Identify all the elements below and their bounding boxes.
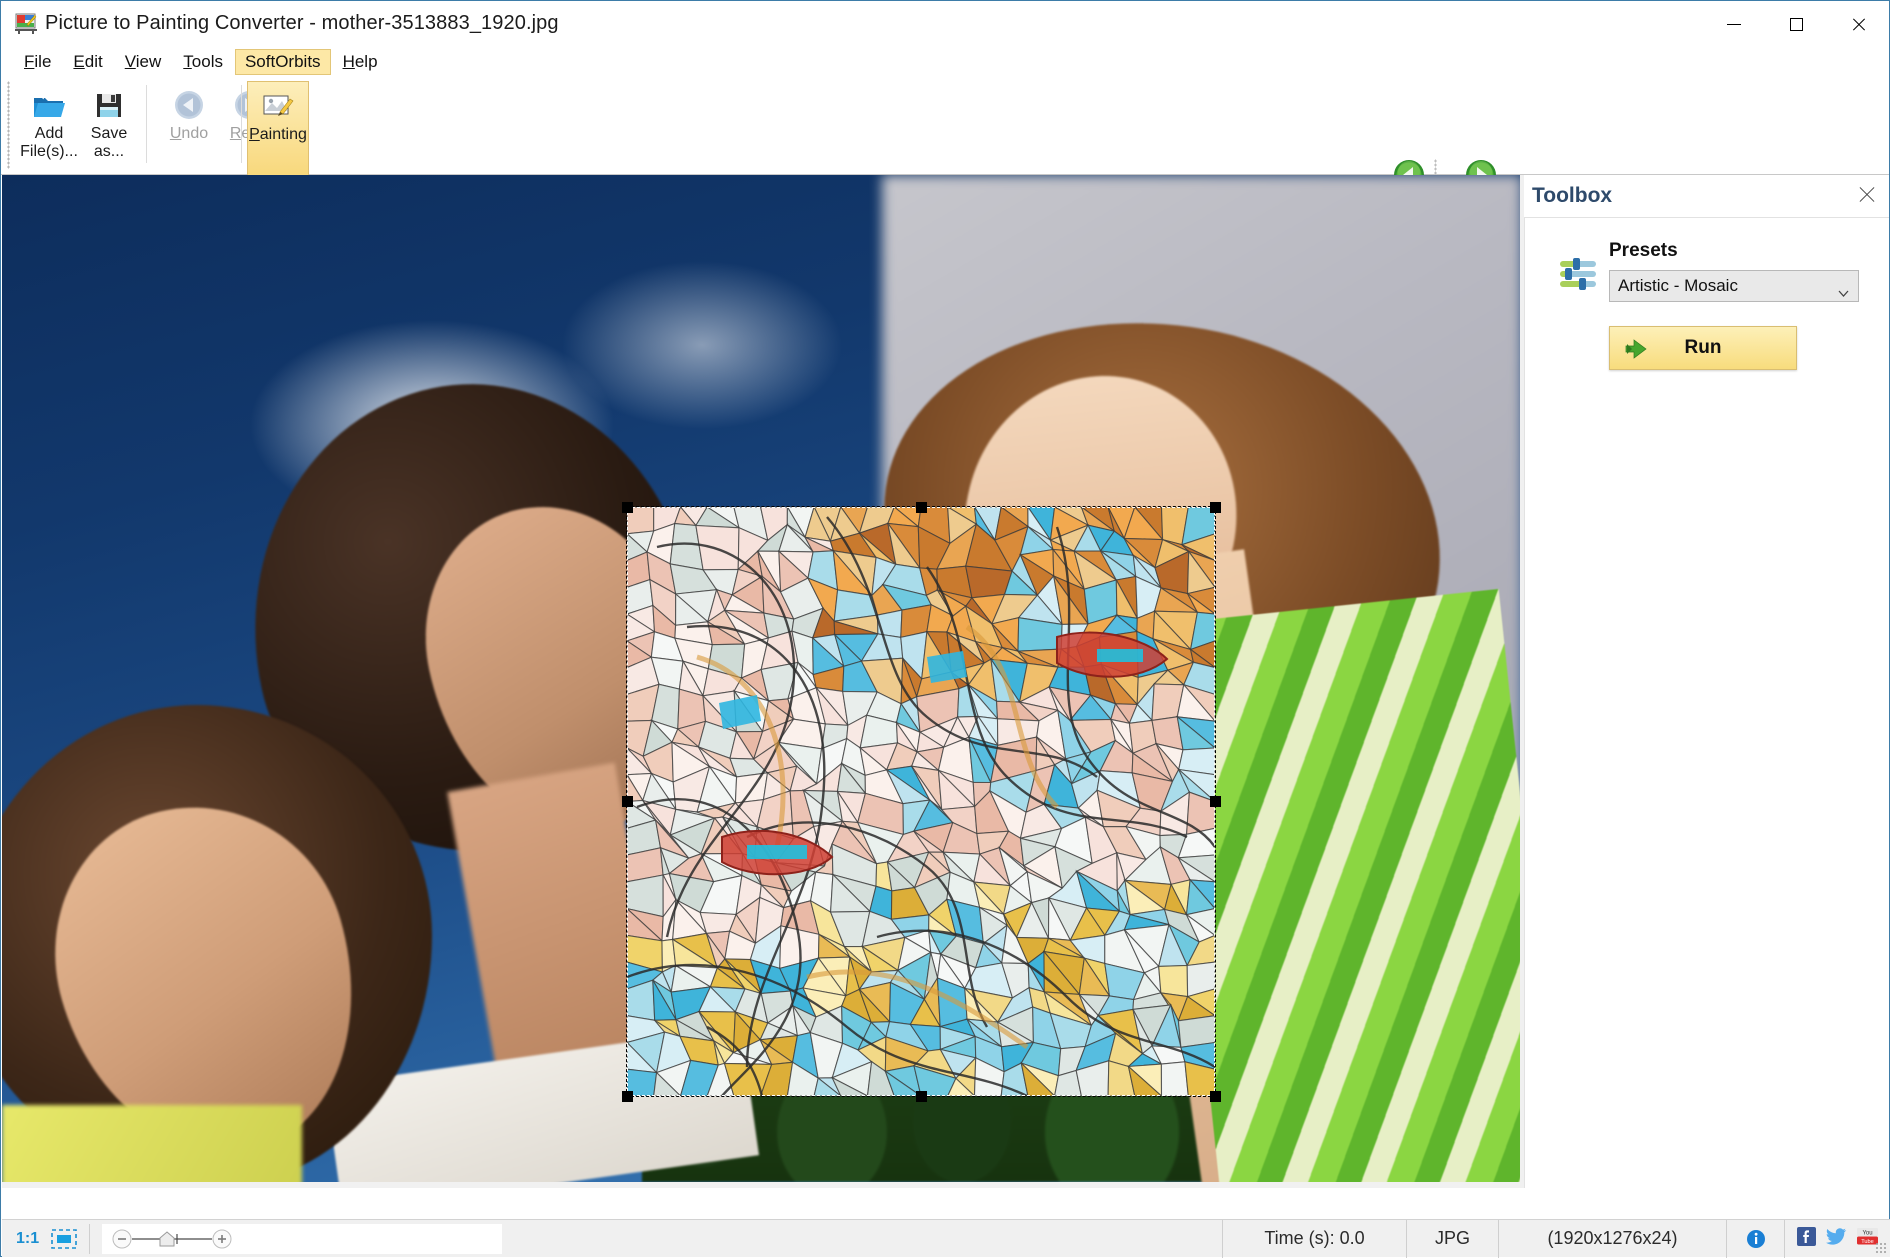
time-status: Time (s): 0.0 <box>1222 1219 1406 1258</box>
girl-left-shirt <box>2 1105 302 1182</box>
open-folder-icon <box>32 87 66 123</box>
facebook-icon[interactable] <box>1797 1226 1816 1251</box>
toolbar-separator-1 <box>146 85 147 163</box>
painting-button[interactable]: Painting <box>247 81 309 177</box>
presets-label: Presets <box>1609 240 1678 261</box>
sliders-icon <box>1557 252 1601 296</box>
menu-item-softorbits[interactable]: SoftOrbits <box>234 49 331 75</box>
selection-handle-top-right[interactable] <box>1209 501 1221 513</box>
menu-item-help[interactable]: Help <box>333 49 388 75</box>
painting-label: Painting <box>249 126 307 143</box>
application-window: Picture to Painting Converter - mother-3… <box>0 0 1890 1258</box>
selection-handle-top-left[interactable] <box>621 501 633 513</box>
source-photo <box>2 175 1520 1182</box>
status-separator-1 <box>89 1223 91 1254</box>
zoom-slider[interactable] <box>102 1223 503 1254</box>
menu-item-edit[interactable]: Edit <box>63 49 112 75</box>
minimize-button[interactable] <box>1703 1 1765 47</box>
toolbar: Add File(s)... Save as... Undo R Paintin… <box>1 77 1889 249</box>
undo-arrow-icon <box>172 87 206 123</box>
selection-handle-top-center[interactable] <box>915 501 927 513</box>
svg-text:Tube: Tube <box>1861 1239 1874 1245</box>
green-double-arrow-icon <box>1624 338 1654 360</box>
svg-text:You: You <box>1862 1230 1872 1236</box>
zoom-ratio-button[interactable]: 1:1 <box>16 1230 39 1248</box>
selection-handle-bottom-left[interactable] <box>621 1090 633 1102</box>
floppy-disk-icon <box>94 87 124 123</box>
toolbar-separator-2 <box>241 85 242 163</box>
toolbox-title: Toolbox <box>1532 184 1613 207</box>
resize-grip[interactable] <box>1875 1242 1887 1254</box>
run-button[interactable]: Run <box>1609 326 1797 370</box>
dimensions-status: (1920x1276x24) <box>1498 1219 1726 1258</box>
menu-item-tools[interactable]: Tools <box>173 49 233 75</box>
twitter-icon[interactable] <box>1826 1227 1847 1251</box>
close-icon <box>1851 17 1866 32</box>
app-icon <box>15 12 37 34</box>
toolbar-group-effects: Painting <box>247 81 309 177</box>
selection-handle-bottom-right[interactable] <box>1209 1090 1221 1102</box>
chevron-down-icon <box>1838 282 1849 297</box>
selection-handle-middle-right[interactable] <box>1209 796 1221 807</box>
add-files-label: Add File(s)... <box>20 125 78 160</box>
status-bar: 1:1 Time (s): 0.0 JPG (1920x1276x24) You… <box>2 1219 1890 1258</box>
toolbox-body: Presets Artistic - Mosaic Run <box>1524 217 1889 1188</box>
title-bar: Picture to Painting Converter - mother-3… <box>1 1 1889 47</box>
menu-bar: FFileile Edit View Tools SoftOrbits Help <box>1 47 1889 77</box>
minimize-icon <box>1727 23 1741 25</box>
toolbar-group-file: Add File(s)... Save as... <box>19 81 139 169</box>
toolbar-grip[interactable] <box>7 81 10 169</box>
undo-label: Undo <box>169 125 209 142</box>
close-button[interactable] <box>1827 1 1889 47</box>
menu-item-file[interactable]: FFileile <box>14 49 61 75</box>
run-label: Run <box>1684 337 1722 358</box>
selection-handle-middle-left[interactable] <box>621 796 633 807</box>
fit-to-window-icon[interactable] <box>51 1228 77 1249</box>
mosaic-tiles <box>627 507 1215 1096</box>
window-title: Picture to Painting Converter - mother-3… <box>45 12 559 34</box>
save-as-label: Save as... <box>90 125 128 160</box>
menu-item-view[interactable]: View <box>115 49 172 75</box>
undo-button[interactable]: Undo <box>159 81 219 143</box>
image-canvas[interactable] <box>2 175 1522 1188</box>
presets-selected-value: Artistic - Mosaic <box>1618 276 1738 295</box>
painting-icon <box>262 88 294 124</box>
maximize-icon <box>1789 17 1803 31</box>
toolbox-panel: Toolbox Presets Artistic - Mosaic Run <box>1524 175 1889 1188</box>
presets-dropdown[interactable]: Artistic - Mosaic <box>1609 270 1859 302</box>
maximize-button[interactable] <box>1765 1 1827 47</box>
save-as-button[interactable]: Save as... <box>79 81 139 161</box>
toolbox-header: Toolbox <box>1524 175 1889 217</box>
info-button[interactable] <box>1726 1219 1784 1258</box>
window-controls <box>1703 1 1889 47</box>
add-files-button[interactable]: Add File(s)... <box>19 81 79 161</box>
format-status: JPG <box>1406 1219 1498 1258</box>
selection-handle-bottom-center[interactable] <box>915 1090 927 1102</box>
mosaic-effect-preview <box>627 507 1215 1096</box>
toolbox-close-icon[interactable] <box>1857 185 1877 205</box>
